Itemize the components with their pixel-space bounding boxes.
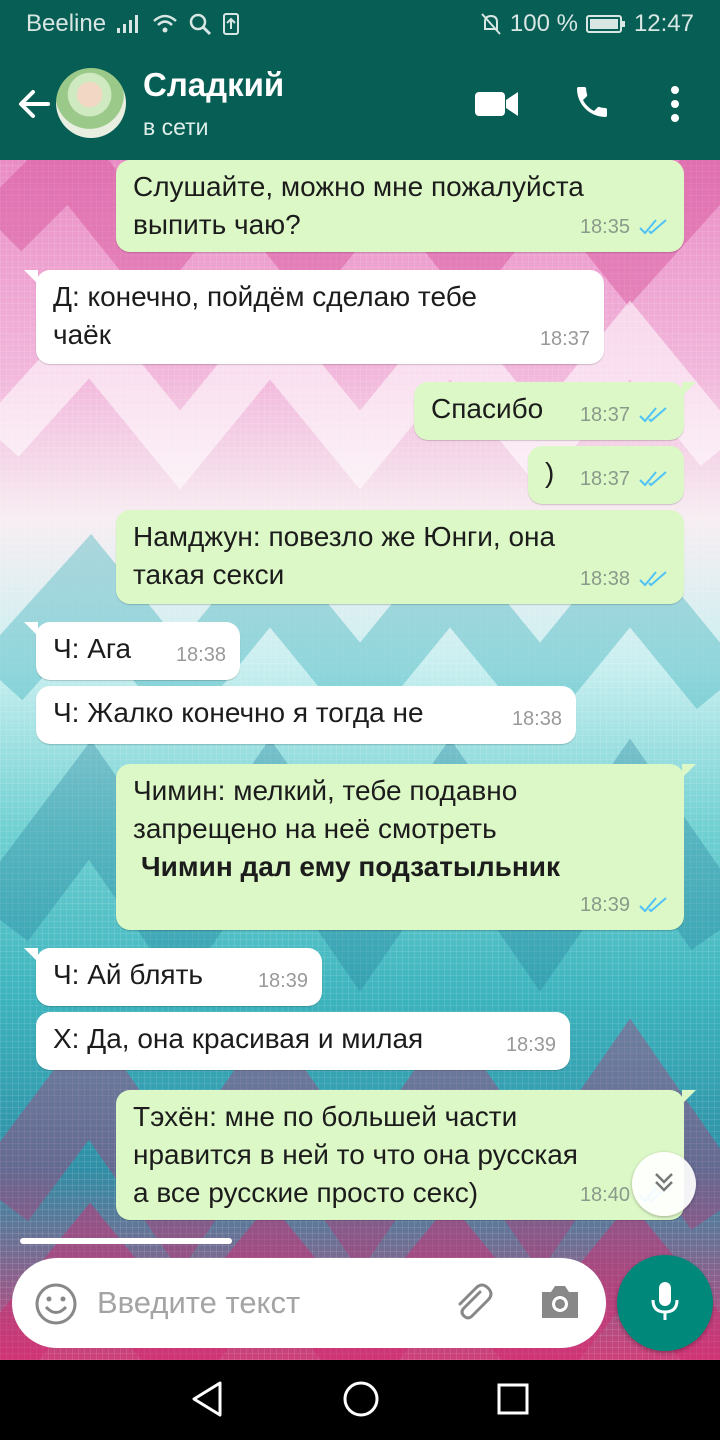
- signal-icon: [116, 14, 142, 34]
- double-check-icon: [638, 570, 670, 588]
- message-text: Слушайте, можно мне пожалуйста выпить ча…: [133, 171, 584, 240]
- message-text: Тэхён: мне по большей части нравится в н…: [133, 1101, 578, 1208]
- double-check-icon: [638, 406, 670, 424]
- message-incoming[interactable]: Ч: Жалко конечно я тогда не 18:38: [36, 686, 576, 744]
- contact-avatar[interactable]: [56, 68, 126, 138]
- presence-status: в сети: [143, 114, 209, 140]
- carrier-label: Beeline: [26, 10, 107, 37]
- contact-name[interactable]: Сладкий: [143, 66, 284, 104]
- message-outgoing[interactable]: Спасибо 18:37: [414, 382, 696, 440]
- nav-recents-icon[interactable]: [496, 1380, 530, 1423]
- more-vert-icon[interactable]: [668, 84, 682, 129]
- message-time: 18:40: [579, 1184, 630, 1206]
- clock: 12:47: [633, 10, 694, 37]
- message-outgoing[interactable]: ) 18:37: [528, 446, 684, 504]
- wifi-icon: [152, 13, 178, 35]
- message-text: Д: конечно, пойдём сделаю тебе чаёк: [53, 281, 477, 350]
- message-time: 18:39: [505, 1034, 556, 1056]
- message-outgoing[interactable]: Тэхён: мне по большей части нравится в н…: [116, 1090, 696, 1220]
- message-text: Ч: Жалко конечно я тогда не: [53, 697, 424, 728]
- double-check-icon: [638, 896, 670, 914]
- partial-message-edge: [20, 1238, 232, 1244]
- back-arrow-icon[interactable]: [14, 84, 54, 124]
- message-time: 18:37: [579, 404, 630, 426]
- message-incoming[interactable]: Ч: Ай блять 18:39: [24, 948, 322, 1006]
- message-outgoing[interactable]: Намджун: повезло же Юнги, она такая секс…: [116, 510, 684, 604]
- message-outgoing[interactable]: Слушайте, можно мне пожалуйста выпить ча…: [116, 160, 684, 252]
- battery-icon: [585, 14, 626, 34]
- message-incoming[interactable]: Д: конечно, пойдём сделаю тебе чаёк 18:3…: [24, 270, 604, 364]
- battery-percent: 100 %: [509, 10, 578, 37]
- message-text: Спасибо: [431, 393, 544, 424]
- message-incoming[interactable]: Ч: Ага 18:38: [24, 622, 240, 680]
- message-text: Чимин: мелкий, тебе подавно запрещено на…: [133, 775, 518, 844]
- search-icon: [188, 12, 212, 36]
- message-text: Ч: Ай блять: [53, 959, 204, 990]
- message-input[interactable]: Введите текст: [97, 1285, 300, 1321]
- system-nav-bar: [0, 1360, 720, 1440]
- message-action-text: Чимин дал ему подзатыльник: [141, 851, 560, 882]
- attach-icon[interactable]: [450, 1280, 496, 1331]
- message-text: Х: Да, она красивая и милая: [53, 1023, 424, 1054]
- message-outgoing[interactable]: Чимин: мелкий, тебе подавно запрещено на…: [116, 764, 696, 930]
- double-check-icon: [638, 470, 670, 488]
- phone-icon[interactable]: [572, 82, 612, 127]
- chat-header: Сладкий в сети: [0, 48, 720, 160]
- message-time: 18:39: [579, 894, 630, 916]
- message-text: Ч: Ага: [53, 633, 132, 664]
- status-bar: Beeline 100 % 12:47: [0, 0, 720, 48]
- scroll-down-button[interactable]: [632, 1152, 696, 1216]
- message-composer[interactable]: Введите текст: [12, 1258, 606, 1348]
- message-time: 18:38: [579, 568, 630, 590]
- nav-home-icon[interactable]: [342, 1380, 380, 1423]
- message-time: 18:38: [511, 708, 562, 730]
- upload-icon: [222, 12, 240, 36]
- message-text: Намджун: повезло же Юнги, она такая секс…: [133, 521, 556, 590]
- camera-icon[interactable]: [538, 1282, 582, 1327]
- chat-area[interactable]: Слушайте, можно мне пожалуйста выпить ча…: [0, 160, 720, 1360]
- message-time: 18:37: [579, 468, 630, 490]
- message-time: 18:39: [257, 970, 308, 992]
- mute-bell-icon: [480, 12, 502, 36]
- message-text: ): [545, 457, 555, 488]
- double-check-icon: [638, 218, 670, 236]
- video-call-icon[interactable]: [474, 88, 520, 125]
- message-time: 18:35: [579, 216, 630, 238]
- message-incoming[interactable]: Х: Да, она красивая и милая 18:39: [36, 1012, 570, 1070]
- message-time: 18:37: [539, 328, 590, 350]
- mic-icon: [650, 1280, 680, 1327]
- voice-record-button[interactable]: [617, 1255, 713, 1351]
- emoji-icon[interactable]: [34, 1282, 78, 1331]
- message-time: 18:38: [175, 644, 226, 666]
- scroll-down-icon: [650, 1168, 678, 1201]
- nav-back-icon[interactable]: [190, 1380, 224, 1423]
